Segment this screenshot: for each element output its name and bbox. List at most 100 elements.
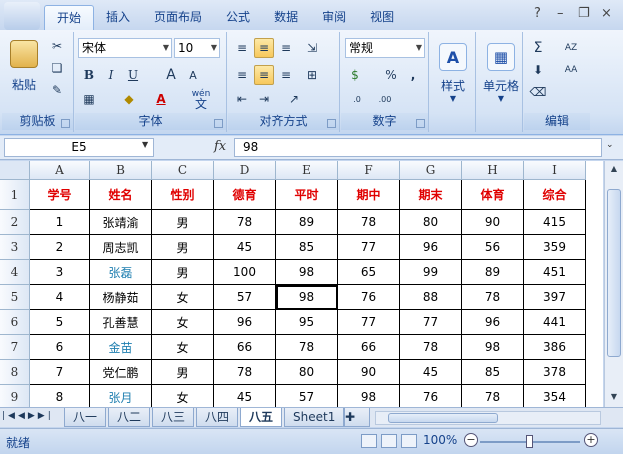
- row-header-6[interactable]: 6: [0, 310, 30, 335]
- cell-c1[interactable]: 性别: [152, 180, 214, 210]
- cell-g2[interactable]: 80: [400, 210, 462, 235]
- row-header-8[interactable]: 8: [0, 360, 30, 385]
- cell-h1[interactable]: 体育: [462, 180, 524, 210]
- cell-e1[interactable]: 平时: [276, 180, 338, 210]
- cell-c4[interactable]: 男: [152, 260, 214, 285]
- row-header-2[interactable]: 2: [0, 210, 30, 235]
- row-header-1[interactable]: 1: [0, 180, 30, 210]
- cell-i5[interactable]: 397: [524, 285, 586, 310]
- cell-d3[interactable]: 45: [214, 235, 276, 260]
- cell-b3[interactable]: 周志凯: [90, 235, 152, 260]
- row-header-4[interactable]: 4: [0, 260, 30, 285]
- sheet-tab-3[interactable]: 八三: [152, 408, 195, 427]
- sheet-tab-6[interactable]: Sheet1: [284, 408, 345, 427]
- number-launcher[interactable]: [416, 119, 425, 128]
- office-button[interactable]: [4, 2, 40, 30]
- column-header-c[interactable]: C: [152, 161, 214, 180]
- copy-icon[interactable]: ❏: [47, 58, 67, 78]
- font-color-icon[interactable]: A: [151, 89, 171, 109]
- alignment-launcher[interactable]: [327, 119, 336, 128]
- align-center-icon[interactable]: ≡: [254, 65, 274, 85]
- expand-formula-bar-icon[interactable]: ⌄: [606, 140, 614, 150]
- sheet-nav-arrows[interactable]: |◀◀▶▶|: [2, 411, 54, 421]
- cell-c5[interactable]: 女: [152, 285, 214, 310]
- cell-g6[interactable]: 77: [400, 310, 462, 335]
- cell-i2[interactable]: 415: [524, 210, 586, 235]
- minimize-icon[interactable]: –: [557, 6, 564, 21]
- cell-d9[interactable]: 45: [214, 385, 276, 407]
- increase-decimal-icon[interactable]: .0: [347, 89, 367, 109]
- cell-c3[interactable]: 男: [152, 235, 214, 260]
- cell-e3[interactable]: 85: [276, 235, 338, 260]
- help-icon[interactable]: ?: [534, 6, 541, 21]
- page-break-view-icon[interactable]: [401, 434, 417, 448]
- zoom-in-icon[interactable]: +: [584, 433, 598, 447]
- cell-g8[interactable]: 45: [400, 360, 462, 385]
- cell-h8[interactable]: 85: [462, 360, 524, 385]
- currency-icon[interactable]: $: [345, 65, 365, 85]
- close-icon[interactable]: ×: [601, 6, 612, 21]
- phonetic-button[interactable]: wén 文: [183, 87, 219, 111]
- percent-button[interactable]: %: [381, 65, 401, 85]
- cell-a2[interactable]: 1: [30, 210, 90, 235]
- cell-h6[interactable]: 96: [462, 310, 524, 335]
- cell-g1[interactable]: 期末: [400, 180, 462, 210]
- select-all-corner[interactable]: [0, 161, 30, 180]
- cell-e9[interactable]: 57: [276, 385, 338, 407]
- find-select-button[interactable]: AA: [558, 60, 584, 80]
- autosum-button[interactable]: Σ: [528, 38, 548, 58]
- formula-input[interactable]: 98: [234, 138, 602, 157]
- cell-g4[interactable]: 99: [400, 260, 462, 285]
- sheet-tab-4[interactable]: 八四: [196, 408, 239, 427]
- cell-i1[interactable]: 综合: [524, 180, 586, 210]
- spreadsheet-grid[interactable]: A B C D E F G H I 1 2 3 4 5 6 7 8 9 学号 姓名 性别 德育 平时 期中 期末 体育 综合 1 张靖渝…: [0, 161, 603, 407]
- format-painter-icon[interactable]: ✎: [47, 80, 67, 100]
- increase-indent-icon[interactable]: ⇥: [254, 89, 274, 109]
- cell-f3[interactable]: 77: [338, 235, 400, 260]
- cell-f5[interactable]: 76: [338, 285, 400, 310]
- comma-button[interactable]: ,: [403, 65, 423, 85]
- cut-icon[interactable]: ✂: [47, 36, 67, 56]
- column-header-d[interactable]: D: [214, 161, 276, 180]
- normal-view-icon[interactable]: [361, 434, 377, 448]
- cell-c8[interactable]: 男: [152, 360, 214, 385]
- fill-color-icon[interactable]: ◆: [119, 89, 139, 109]
- number-format-combo[interactable]: 常规 ▼: [345, 38, 425, 58]
- column-header-i[interactable]: I: [524, 161, 586, 180]
- cell-b2[interactable]: 张靖渝: [90, 210, 152, 235]
- clear-icon[interactable]: ⌫: [528, 82, 548, 102]
- font-launcher[interactable]: [214, 119, 223, 128]
- zoom-out-icon[interactable]: −: [464, 433, 478, 447]
- scroll-up-icon[interactable]: ▲: [607, 163, 621, 175]
- cell-a8[interactable]: 7: [30, 360, 90, 385]
- tab-data[interactable]: 数据: [262, 5, 310, 30]
- cell-b4[interactable]: 张磊: [90, 260, 152, 285]
- cell-a3[interactable]: 2: [30, 235, 90, 260]
- cell-f8[interactable]: 90: [338, 360, 400, 385]
- row-header-7[interactable]: 7: [0, 335, 30, 360]
- row-header-9[interactable]: 9: [0, 385, 30, 407]
- cell-g9[interactable]: 76: [400, 385, 462, 407]
- cell-c2[interactable]: 男: [152, 210, 214, 235]
- cell-i8[interactable]: 378: [524, 360, 586, 385]
- cell-d8[interactable]: 78: [214, 360, 276, 385]
- cell-c6[interactable]: 女: [152, 310, 214, 335]
- cell-e2[interactable]: 89: [276, 210, 338, 235]
- zoom-level[interactable]: 100%: [423, 433, 457, 447]
- sheet-tab-1[interactable]: 八一: [64, 408, 107, 427]
- cell-f9[interactable]: 98: [338, 385, 400, 407]
- cell-f2[interactable]: 78: [338, 210, 400, 235]
- merge-center-icon[interactable]: ⊞: [302, 65, 322, 85]
- insert-function-icon[interactable]: fx: [214, 139, 226, 154]
- styles-button[interactable]: A 样式 ▼: [434, 38, 472, 108]
- orientation-icon[interactable]: ↗: [284, 89, 304, 109]
- cell-e5[interactable]: 98: [276, 285, 338, 310]
- cell-h5[interactable]: 78: [462, 285, 524, 310]
- clipboard-launcher[interactable]: [61, 119, 70, 128]
- cell-h7[interactable]: 98: [462, 335, 524, 360]
- cell-e6[interactable]: 95: [276, 310, 338, 335]
- cell-a1[interactable]: 学号: [30, 180, 90, 210]
- align-top-icon[interactable]: ≡: [232, 38, 252, 58]
- cell-f1[interactable]: 期中: [338, 180, 400, 210]
- font-name-combo[interactable]: 宋体 ▼: [78, 38, 172, 58]
